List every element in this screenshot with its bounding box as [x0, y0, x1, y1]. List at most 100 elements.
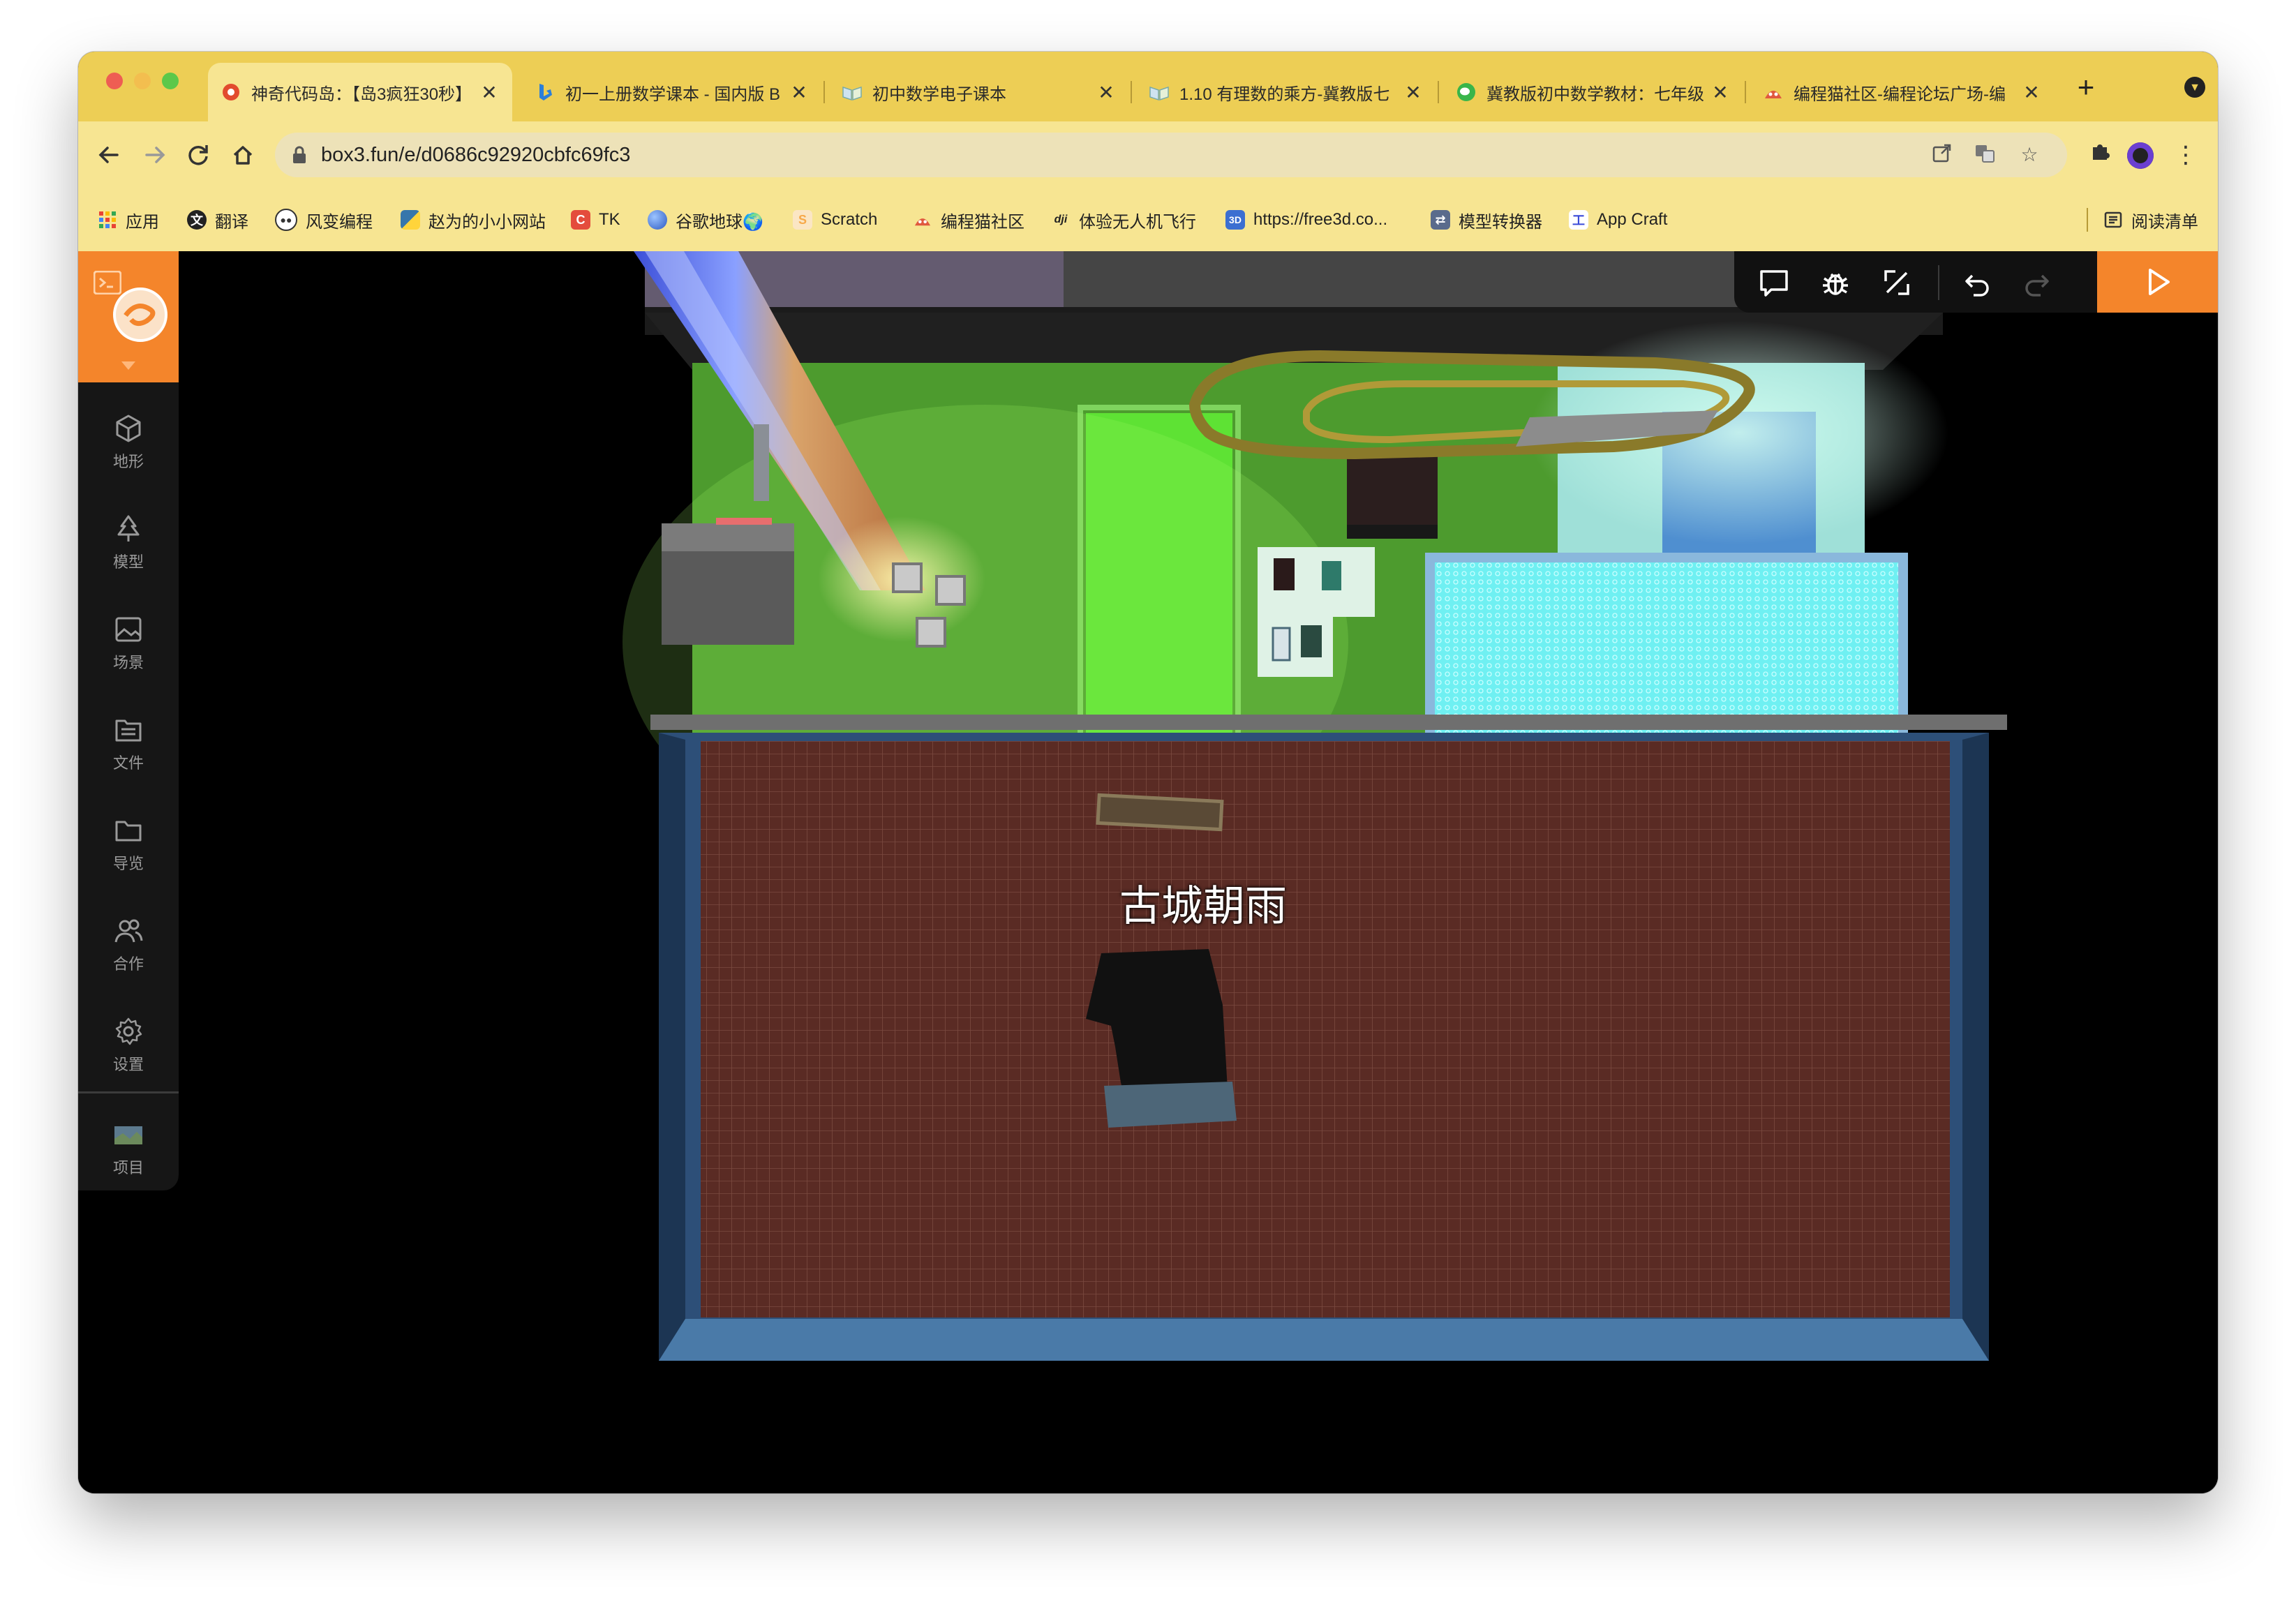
tab-divider [1745, 81, 1746, 103]
tab-5[interactable]: 编程猫社区-编程论坛广场-编 ✕ [1750, 63, 2055, 121]
editor-toolbar [1734, 251, 2097, 313]
sidebar-item-settings[interactable]: 设置 [78, 1001, 179, 1084]
scene-pink-sign [716, 518, 772, 525]
close-icon[interactable]: ✕ [1096, 81, 1117, 104]
sidebar-item-label: 设置 [112, 1056, 144, 1073]
tab-search-chevron-icon[interactable]: ▼ [2184, 77, 2205, 98]
debug-button[interactable] [1817, 264, 1854, 301]
scene-light-block [935, 575, 966, 606]
close-icon[interactable]: ✕ [2021, 81, 2042, 104]
bookmark-tk[interactable]: C TK [571, 202, 620, 237]
bookmark-google-earth[interactable]: 谷歌地球🌍 [648, 202, 763, 237]
project-thumbnail-icon [114, 1126, 142, 1144]
chat-icon [1760, 270, 1788, 297]
settings-icon [115, 1017, 142, 1045]
bookmark-translate[interactable]: 文 翻译 [187, 202, 248, 237]
undo-icon [1965, 274, 1989, 297]
close-window-button[interactable] [106, 73, 123, 89]
arrow-left-icon [98, 147, 119, 163]
bookmark-scratch[interactable]: S Scratch [793, 202, 877, 237]
bookmark-label: 翻译 [215, 212, 248, 232]
sidebar-divider [78, 1091, 179, 1093]
extensions-puzzle-icon[interactable] [2082, 137, 2119, 173]
box3-logo-menu[interactable] [78, 251, 179, 382]
home-icon [233, 146, 253, 165]
scene-dark-cube [1347, 454, 1438, 525]
bookmark-label: 应用 [126, 212, 159, 232]
bookmark-label: 赵为的小小网站 [428, 212, 546, 232]
toolbar-divider [1938, 265, 1939, 300]
tab-1[interactable]: 初一上册数学课本 - 国内版 B ✕ [522, 63, 822, 121]
dji-icon: dji [1054, 214, 1068, 225]
book-icon [1149, 82, 1170, 103]
maximize-window-button[interactable] [162, 73, 179, 89]
python-icon [401, 210, 420, 230]
bookmark-label: App Craft [1597, 210, 1668, 229]
tab-title: 初中数学电子课本 [872, 84, 1006, 104]
tab-0[interactable]: 神奇代码岛：【岛3疯狂30秒】 ✕ [208, 63, 512, 121]
tab-4[interactable]: 冀教版初中数学教材：七年级 ✕ [1443, 63, 1743, 121]
bookmark-model-converter[interactable]: ⇄ 模型转换器 [1431, 202, 1542, 237]
chat-button[interactable] [1755, 264, 1793, 301]
bookmark-codemao[interactable]: 编程猫社区 [913, 202, 1024, 237]
tab-divider [823, 81, 825, 103]
scene-car-model [1301, 625, 1322, 657]
resize-button[interactable] [1878, 264, 1916, 301]
bookmark-free3d[interactable]: 3D https://free3d.co... [1225, 202, 1387, 237]
editor-viewport[interactable]: 古城朝雨 地形 模型 场景 文件 导览 合作 设置 项目 [78, 251, 2218, 1493]
free3d-icon: 3D [1225, 210, 1245, 230]
sidebar-item-label: 导览 [112, 855, 144, 872]
reading-list-button[interactable]: 阅读清单 [2087, 202, 2198, 237]
sidebar-item-collaborate[interactable]: 合作 [78, 900, 179, 984]
box3-logo-icon [113, 288, 167, 342]
close-icon[interactable]: ✕ [1710, 81, 1731, 104]
back-button[interactable] [89, 135, 128, 174]
scene-brick-floor [701, 741, 1950, 1317]
tab-divider [1131, 81, 1132, 103]
sidebar-item-browse[interactable]: 导览 [78, 800, 179, 883]
play-icon [2148, 269, 2170, 295]
new-tab-button[interactable]: + [2068, 70, 2103, 105]
tab-3[interactable]: 1.10 有理数的乘方-冀教版七 ✕ [1136, 63, 1436, 121]
bookmark-apps[interactable]: 应用 [98, 202, 159, 237]
address-bar[interactable]: box3.fun/e/d0686c92920cbfc69fc3 ☆ [275, 133, 2067, 177]
reading-list-icon [2104, 211, 2122, 228]
bookmark-dji[interactable]: dji 体验无人机飞行 [1051, 202, 1196, 237]
sidebar-item-terrain[interactable]: 地形 [78, 398, 179, 481]
bookmark-fengbian[interactable]: ●● 风变编程 [275, 202, 373, 237]
minimize-window-button[interactable] [134, 73, 151, 89]
close-icon[interactable]: ✕ [479, 81, 500, 104]
sidebar-item-files[interactable]: 文件 [78, 699, 179, 783]
tree-icon [117, 515, 140, 542]
undo-button[interactable] [1958, 264, 1995, 301]
reload-button[interactable] [179, 135, 218, 174]
more-vertical-icon[interactable]: ⋮ [2168, 137, 2204, 173]
open-external-icon[interactable] [1929, 142, 1954, 167]
profile-avatar[interactable] [2127, 142, 2154, 169]
codemao-icon [1763, 82, 1784, 103]
translate-page-icon[interactable] [1972, 142, 1997, 167]
close-icon[interactable]: ✕ [1403, 81, 1424, 104]
bookmark-app-craft[interactable]: 工 App Craft [1569, 202, 1667, 237]
sidebar-item-project[interactable]: 项目 [78, 1104, 179, 1188]
scene-light-column [754, 424, 769, 501]
apps-grid-icon [98, 210, 117, 230]
tab-2[interactable]: 初中数学电子课本 ✕ [829, 63, 1129, 121]
run-button[interactable] [2097, 251, 2218, 313]
redo-button[interactable] [2019, 264, 2057, 301]
reading-list-label: 阅读清单 [2131, 212, 2198, 232]
forward-button[interactable] [135, 135, 174, 174]
sidebar-item-scene[interactable]: 场景 [78, 599, 179, 682]
star-bookmark-icon[interactable]: ☆ [2017, 142, 2042, 167]
converter-icon: ⇄ [1431, 210, 1450, 230]
player-name-tag: 古城朝雨 [1119, 882, 1287, 931]
redo-icon [2025, 274, 2049, 297]
home-button[interactable] [223, 135, 262, 174]
folder-icon [115, 821, 142, 842]
close-icon[interactable]: ✕ [789, 81, 810, 104]
scene-car-model [1274, 558, 1295, 590]
bookmark-label: Scratch [821, 210, 878, 229]
codemao-icon [913, 210, 932, 230]
sidebar-item-model[interactable]: 模型 [78, 498, 179, 582]
bookmark-zhaowei[interactable]: 赵为的小小网站 [401, 202, 546, 237]
